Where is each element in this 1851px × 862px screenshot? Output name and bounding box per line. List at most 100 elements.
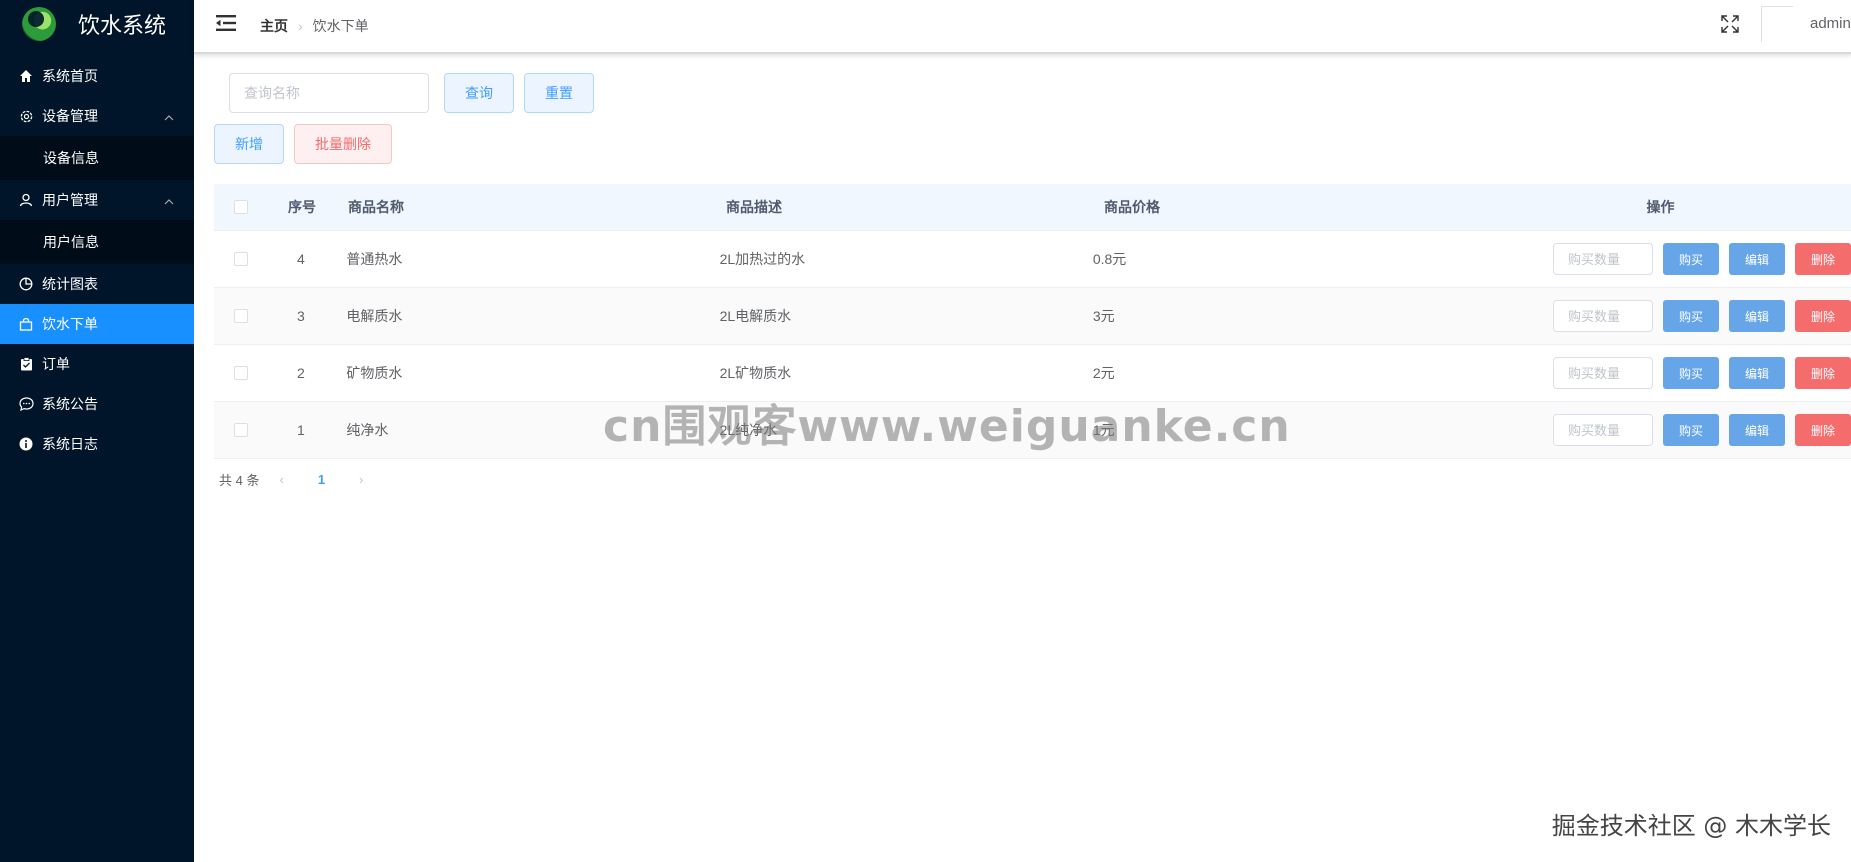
edit-button[interactable]: 编辑 <box>1729 357 1786 389</box>
sidebar-item-logs[interactable]: 系统日志 <box>0 424 194 464</box>
column-header-index: 序号 <box>288 199 316 215</box>
sidebar-item-label: 系统公告 <box>42 396 98 412</box>
gear-icon <box>18 108 34 124</box>
user-name[interactable]: admin <box>1810 15 1851 32</box>
chevron-up-icon <box>164 193 174 209</box>
sidebar-item-label: 用户管理 <box>42 192 98 208</box>
footer-watermark: 掘金技术社区 @ 木木学长 <box>1551 812 1831 840</box>
row-actions: 购买 编辑 删除 <box>1454 300 1851 332</box>
breadcrumb: 主页 › 饮水下单 <box>260 16 369 36</box>
delete-button[interactable]: 删除 <box>1795 357 1851 389</box>
delete-button[interactable]: 删除 <box>1795 414 1851 446</box>
user-icon <box>18 192 34 208</box>
quantity-input[interactable] <box>1553 243 1654 275</box>
menu-toggle-icon[interactable] <box>216 14 238 32</box>
row-description: 2L矿物质水 <box>719 365 792 381</box>
edit-button[interactable]: 编辑 <box>1729 300 1786 332</box>
sidebar-item-label: 订单 <box>42 356 70 372</box>
sidebar-item-device-management[interactable]: 设备管理 <box>0 96 194 136</box>
table-row: 4 普通热水 2L加热过的水 0.8元 购买 编辑 删除 <box>214 231 1851 288</box>
user-submenu: 用户信息 <box>0 220 194 264</box>
buy-button[interactable]: 购买 <box>1663 300 1720 332</box>
chat-icon <box>18 396 34 412</box>
column-header-name: 商品名称 <box>348 199 404 215</box>
sidebar-item-label: 系统日志 <box>42 436 98 452</box>
row-checkbox[interactable] <box>233 423 248 437</box>
buy-button[interactable]: 购买 <box>1663 357 1720 389</box>
row-index: 2 <box>296 365 305 381</box>
row-name: 矿物质水 <box>346 365 403 381</box>
app-title: 饮水系统 <box>78 14 167 39</box>
row-price: 0.8元 <box>1092 251 1127 267</box>
device-submenu: 设备信息 <box>0 136 194 180</box>
edit-button[interactable]: 编辑 <box>1729 243 1786 275</box>
quantity-input[interactable] <box>1553 414 1654 446</box>
sidebar-item-label: 设备管理 <box>42 108 98 124</box>
row-index: 4 <box>296 251 305 267</box>
home-icon <box>18 68 34 84</box>
quantity-input[interactable] <box>1553 357 1654 389</box>
shopping-bag-icon <box>18 316 34 332</box>
sidebar-item-home[interactable]: 系统首页 <box>0 56 194 96</box>
pie-chart-icon <box>18 276 34 292</box>
search-input[interactable] <box>229 73 429 113</box>
avatar[interactable] <box>1761 6 1793 42</box>
fullscreen-icon[interactable] <box>1721 15 1739 33</box>
breadcrumb-separator-icon: › <box>298 18 303 34</box>
info-icon <box>18 436 34 452</box>
quantity-input[interactable] <box>1553 300 1654 332</box>
page-number[interactable]: 1 <box>318 472 325 487</box>
edit-button[interactable]: 编辑 <box>1729 414 1786 446</box>
watermark: cn围观客www.weiguanke.cn <box>603 401 1291 452</box>
row-checkbox[interactable] <box>233 252 248 266</box>
sidebar-item-device-info[interactable]: 设备信息 <box>0 136 194 180</box>
row-index: 3 <box>296 308 305 324</box>
sidebar-item-label: 设备信息 <box>43 150 99 166</box>
buy-button[interactable]: 购买 <box>1663 243 1720 275</box>
column-header-description: 商品描述 <box>726 199 782 215</box>
row-description: 2L电解质水 <box>719 308 792 324</box>
sidebar-item-user-info[interactable]: 用户信息 <box>0 220 194 264</box>
reset-button[interactable]: 重置 <box>524 73 594 113</box>
sidebar-item-label: 饮水下单 <box>42 316 98 332</box>
delete-button[interactable]: 删除 <box>1795 300 1851 332</box>
breadcrumb-home[interactable]: 主页 <box>260 16 288 36</box>
row-actions: 购买 编辑 删除 <box>1454 243 1851 275</box>
buy-button[interactable]: 购买 <box>1663 414 1720 446</box>
sidebar-item-water-order[interactable]: 饮水下单 <box>0 304 194 344</box>
batch-delete-button[interactable]: 批量删除 <box>294 124 392 164</box>
top-header: 主页 › 饮水下单 admin <box>194 0 1851 54</box>
row-actions: 购买 编辑 删除 <box>1454 414 1851 446</box>
chevron-up-icon <box>164 109 174 125</box>
row-checkbox[interactable] <box>233 309 248 323</box>
row-index: 1 <box>296 422 305 438</box>
delete-button[interactable]: 删除 <box>1795 243 1851 275</box>
row-checkbox[interactable] <box>233 366 248 380</box>
row-name: 普通热水 <box>346 251 403 267</box>
sidebar-item-announcements[interactable]: 系统公告 <box>0 384 194 424</box>
sidebar-item-label: 统计图表 <box>42 276 98 292</box>
select-all-checkbox[interactable] <box>234 200 248 214</box>
sidebar-item-label: 系统首页 <box>42 68 98 84</box>
main-content: 查询 重置 新增 批量删除 序号 商品名称 商品描述 商品价格 操作 4 普通热… <box>194 56 1851 862</box>
pagination-total: 共 4 条 <box>219 473 260 488</box>
prev-page-icon[interactable]: ‹ <box>279 472 283 487</box>
table-header: 序号 商品名称 商品描述 商品价格 操作 <box>214 184 1851 231</box>
query-button[interactable]: 查询 <box>444 73 514 113</box>
clipboard-icon <box>18 356 34 372</box>
sidebar-item-orders[interactable]: 订单 <box>0 344 194 384</box>
pagination: 共 4 条 ‹ 1 › <box>219 470 383 489</box>
logo-icon <box>22 7 56 41</box>
next-page-icon[interactable]: › <box>359 472 363 487</box>
logo: 饮水系统 <box>0 0 194 48</box>
sidebar: 饮水系统 系统首页 设备管理 设备信息 用户管理 用户信息 统计图表 饮水下单 … <box>0 0 194 862</box>
column-header-price: 商品价格 <box>1104 199 1160 215</box>
column-header-actions: 操作 <box>1646 199 1675 215</box>
breadcrumb-current: 饮水下单 <box>312 18 369 34</box>
row-actions: 购买 编辑 删除 <box>1454 357 1851 389</box>
add-button[interactable]: 新增 <box>214 124 284 164</box>
sidebar-item-user-management[interactable]: 用户管理 <box>0 180 194 220</box>
sidebar-item-charts[interactable]: 统计图表 <box>0 264 194 304</box>
row-name: 电解质水 <box>346 308 403 324</box>
row-description: 2L加热过的水 <box>719 251 806 267</box>
